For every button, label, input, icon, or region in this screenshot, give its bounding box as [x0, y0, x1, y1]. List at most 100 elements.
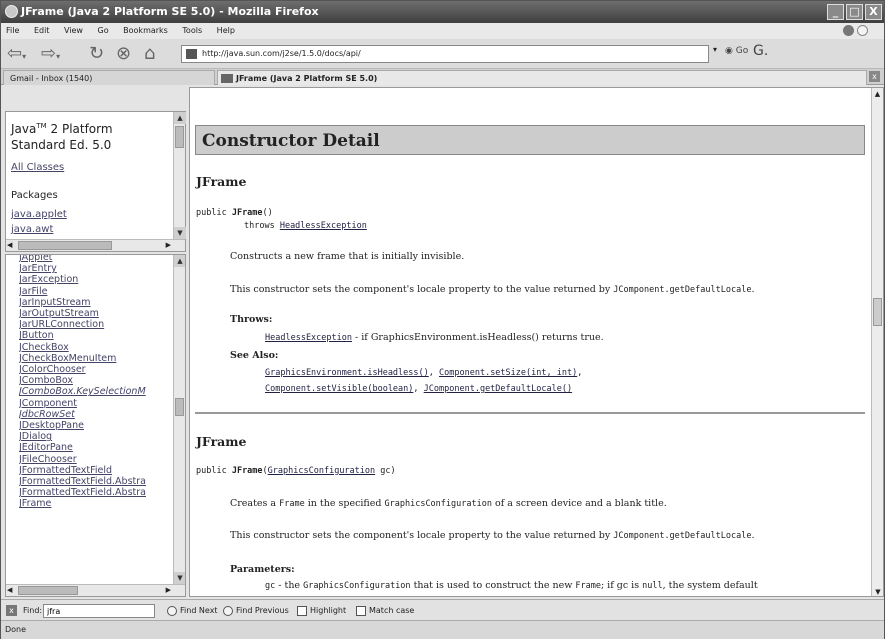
scroll-up-icon[interactable]: ▲ — [174, 255, 185, 267]
site-favicon-icon — [186, 49, 197, 59]
class-link[interactable]: JButton — [19, 330, 174, 341]
see-also-link[interactable]: Component.setSize(int, int) — [439, 368, 577, 378]
see-also-link[interactable]: JComponent.getDefaultLocale() — [424, 384, 572, 394]
class-link[interactable]: JarURLConnection — [19, 319, 174, 330]
class-link[interactable]: JarEntry — [19, 263, 174, 274]
go-button[interactable]: ◉ Go — [725, 46, 748, 56]
menu-edit[interactable]: Edit — [34, 26, 50, 35]
scroll-left-icon[interactable]: ◀ — [7, 585, 12, 595]
class-link[interactable]: JarFile — [19, 286, 174, 297]
package-link-java-applet[interactable]: java.applet — [11, 209, 67, 220]
title-bar: JFrame (Java 2 Platform SE 5.0) - Mozill… — [1, 1, 884, 23]
throws-clause: throws HeadlessException — [244, 221, 367, 231]
scroll-up-icon[interactable]: ▲ — [872, 88, 883, 100]
stop-icon: ⊗ — [116, 43, 132, 64]
menu-go[interactable]: Go — [98, 26, 109, 35]
throws-label: Throws: — [230, 314, 273, 325]
scroll-down-icon[interactable]: ▼ — [174, 572, 185, 584]
class-link[interactable]: JApplet — [19, 255, 174, 263]
forward-button[interactable]: ⇨▾ — [41, 44, 60, 64]
stop-button[interactable]: ⊗ — [116, 44, 131, 64]
description: Constructs a new frame that is initially… — [230, 251, 465, 262]
class-link[interactable]: JFormattedTextField.Abstra — [19, 487, 174, 498]
browser-window: JFrame (Java 2 Platform SE 5.0) - Mozill… — [0, 0, 885, 639]
scroll-right-icon[interactable]: ▶ — [166, 240, 171, 250]
headless-exception-link[interactable]: HeadlessException — [265, 333, 352, 343]
class-link[interactable]: JarInputStream — [19, 297, 174, 308]
tab-bar: Gmail - Inbox (1540) JFrame (Java 2 Plat… — [1, 69, 884, 85]
scroll-thumb[interactable] — [175, 126, 184, 148]
home-button[interactable]: ⌂ — [144, 44, 155, 64]
class-link[interactable]: JFormattedTextField — [19, 465, 174, 476]
description: This constructor sets the component's lo… — [230, 530, 755, 541]
class-link[interactable]: JFileChooser — [19, 454, 174, 465]
checkbox-icon — [356, 605, 366, 616]
package-link-java-awt[interactable]: java.awt — [11, 224, 53, 235]
scroll-down-icon[interactable]: ▼ — [872, 586, 883, 596]
close-tab-icon[interactable]: x — [869, 71, 880, 82]
graphics-configuration-link[interactable]: GraphicsConfiguration — [268, 466, 375, 476]
description: Creates a Frame in the specified Graphic… — [230, 498, 667, 509]
constructor-heading: JFrame — [196, 174, 247, 189]
class-link[interactable]: JFrame — [19, 498, 174, 509]
main-content-frame: Constructor Detail JFrame public JFrame(… — [189, 87, 884, 597]
classes-vertical-scrollbar[interactable]: ▲ ▼ — [173, 255, 185, 584]
class-link[interactable]: JEditorPane — [19, 442, 174, 453]
class-link[interactable]: JarException — [19, 274, 174, 285]
class-link[interactable]: JdbcRowSet — [19, 409, 174, 420]
menu-file[interactable]: File — [6, 26, 19, 35]
class-link[interactable]: JCheckBoxMenuItem — [19, 353, 174, 364]
navigation-toolbar: ⇦▾ ⇨▾ ↻ ⊗ ⌂ http://java.sun.com/j2se/1.5… — [1, 39, 884, 69]
find-previous-button[interactable]: Find Previous — [223, 600, 289, 621]
close-window-button[interactable]: X — [865, 4, 882, 20]
maximize-button[interactable]: □ — [846, 4, 863, 20]
class-link[interactable]: JCheckBox — [19, 342, 174, 353]
class-link[interactable]: JComponent — [19, 398, 174, 409]
scroll-thumb[interactable] — [873, 298, 882, 326]
scroll-left-icon[interactable]: ◀ — [7, 240, 12, 250]
see-also-link[interactable]: GraphicsEnvironment.isHeadless() — [265, 368, 429, 378]
class-link[interactable]: JDesktopPane — [19, 420, 174, 431]
headless-exception-link[interactable]: HeadlessException — [280, 221, 367, 231]
scroll-right-icon[interactable]: ▶ — [166, 585, 171, 595]
close-find-bar-icon[interactable]: x — [6, 605, 17, 616]
menu-help[interactable]: Help — [217, 26, 235, 35]
all-classes-link[interactable]: All Classes — [11, 162, 64, 173]
minimize-button[interactable]: _ — [827, 4, 844, 20]
class-link[interactable]: JComboBox.KeySelectionM — [19, 386, 174, 397]
menu-tools[interactable]: Tools — [182, 26, 202, 35]
class-link[interactable]: JFormattedTextField.Abstra — [19, 476, 174, 487]
url-dropdown-icon[interactable]: ▾ — [713, 45, 717, 54]
tab-gmail[interactable]: Gmail - Inbox (1540) — [3, 70, 215, 85]
reload-button[interactable]: ↻ — [89, 44, 104, 64]
search-engine-icon[interactable]: G. — [753, 43, 768, 59]
tab-jframe[interactable]: JFrame (Java 2 Platform SE 5.0) — [217, 70, 867, 85]
scroll-thumb[interactable] — [18, 586, 78, 595]
match-case-checkbox[interactable]: Match case — [356, 600, 414, 621]
find-input[interactable] — [43, 604, 155, 618]
class-link[interactable]: JComboBox — [19, 375, 174, 386]
class-link[interactable]: JarOutputStream — [19, 308, 174, 319]
scroll-thumb[interactable] — [175, 398, 184, 416]
tab-favicon-icon — [221, 74, 233, 83]
back-button[interactable]: ⇦▾ — [7, 44, 26, 64]
activity-indicator-icon — [857, 25, 868, 36]
scroll-up-icon[interactable]: ▲ — [174, 112, 186, 124]
packages-horizontal-scrollbar[interactable]: ◀ ▶ — [6, 239, 185, 251]
main-vertical-scrollbar[interactable]: ▲ ▼ — [871, 88, 883, 596]
see-also-link[interactable]: Component.setVisible(boolean) — [265, 384, 413, 394]
scroll-thumb[interactable] — [18, 241, 112, 250]
find-next-button[interactable]: Find Next — [167, 600, 218, 621]
classes-horizontal-scrollbar[interactable]: ◀ ▶ — [6, 584, 185, 596]
packages-vertical-scrollbar[interactable]: ▲ ▼ — [173, 112, 186, 239]
menu-view[interactable]: View — [64, 26, 83, 35]
highlight-button[interactable]: Highlight — [297, 600, 346, 621]
class-link[interactable]: JDialog — [19, 431, 174, 442]
class-link[interactable]: JColorChooser — [19, 364, 174, 375]
forward-arrow-icon: ⇨ — [41, 43, 57, 64]
scroll-down-icon[interactable]: ▼ — [174, 227, 186, 239]
find-next-icon — [167, 605, 177, 616]
url-bar[interactable]: http://java.sun.com/j2se/1.5.0/docs/api/ — [181, 45, 709, 63]
parameter-item: gc - the GraphicsConfiguration that is u… — [265, 580, 758, 591]
menu-bookmarks[interactable]: Bookmarks — [123, 26, 168, 35]
